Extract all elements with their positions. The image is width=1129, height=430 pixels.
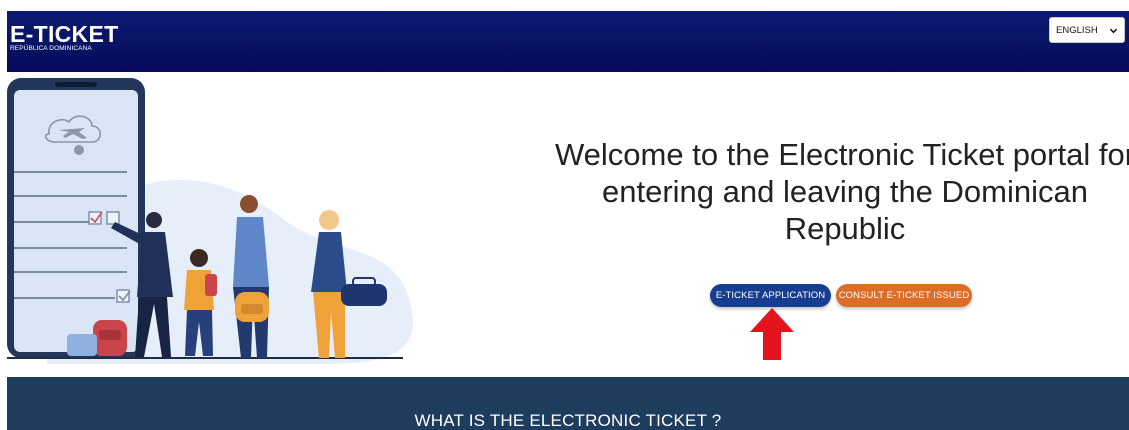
red-arrow-up-icon [750, 308, 794, 360]
consult-eticket-button[interactable]: CONSULT E-TICKET ISSUED [836, 284, 972, 307]
language-selected-value: ENGLISH [1056, 24, 1098, 36]
welcome-heading: Welcome to the Electronic Ticket portal … [554, 137, 1129, 246]
travelers-illustration [7, 78, 413, 364]
language-select[interactable]: ENGLISH [1049, 17, 1125, 43]
chevron-down-icon [1109, 28, 1118, 33]
brand-title: E-TICKET [10, 21, 119, 47]
section-title: WHAT IS THE ELECTRONIC TICKET ? [414, 411, 722, 430]
section-band: WHAT IS THE ELECTRONIC TICKET ? [7, 377, 1129, 430]
brand-logo[interactable]: E-TICKET REPÚBLICA DOMINICANA [10, 23, 118, 53]
top-navbar: E-TICKET REPÚBLICA DOMINICANA ENGLISH [7, 11, 1129, 72]
eticket-application-button[interactable]: E-TICKET APPLICATION [710, 284, 831, 307]
hero-section: Welcome to the Electronic Ticket portal … [7, 72, 1129, 377]
